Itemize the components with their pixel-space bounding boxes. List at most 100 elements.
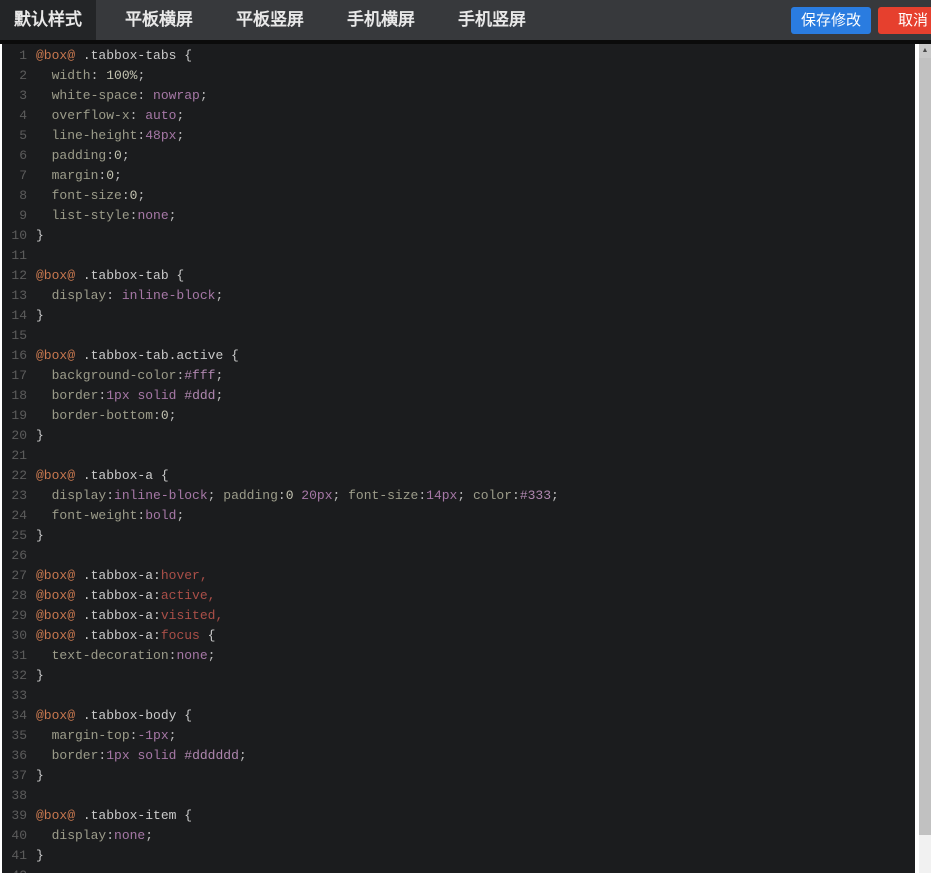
- line-number: 35: [2, 726, 27, 746]
- code-line: 13 display: inline-block;: [2, 286, 915, 306]
- code-token-kw: 14px: [426, 488, 457, 503]
- code-line: 33: [2, 686, 915, 706]
- code-line: 11: [2, 246, 915, 266]
- code-token-op: ;: [208, 488, 224, 503]
- line-number: 2: [2, 66, 27, 86]
- line-number: 28: [2, 586, 27, 606]
- code-token-op: ;: [176, 508, 184, 523]
- code-line: 12@box@ .tabbox-tab {: [2, 266, 915, 286]
- line-number: 32: [2, 666, 27, 686]
- code-line: 31 text-decoration:none;: [2, 646, 915, 666]
- code-line: 29@box@ .tabbox-a:visited,: [2, 606, 915, 626]
- code-token-op: :: [91, 68, 107, 83]
- tab-phone-landscape[interactable]: 手机横屏: [333, 0, 429, 40]
- code-token-at: @box@: [36, 628, 75, 643]
- line-number: 7: [2, 166, 27, 186]
- code-token-sel: }: [36, 768, 44, 783]
- code-line: 38: [2, 786, 915, 806]
- line-number: 10: [2, 226, 27, 246]
- code-token-prop: padding: [223, 488, 278, 503]
- code-token-op: :: [130, 108, 146, 123]
- code-token-op: :: [418, 488, 426, 503]
- code-token-kw: nowrap: [153, 88, 200, 103]
- scrollbar-track[interactable]: ▲: [919, 44, 931, 873]
- line-number: 25: [2, 526, 27, 546]
- line-number: 11: [2, 246, 27, 266]
- code-line: 42: [2, 866, 915, 873]
- code-area[interactable]: 1@box@ .tabbox-tabs {2 width: 100%;3 whi…: [2, 44, 915, 873]
- code-token-op: ;: [457, 488, 473, 503]
- code-token-op: ;: [169, 208, 177, 223]
- code-token-num: 0: [106, 168, 114, 183]
- code-line: 10}: [2, 226, 915, 246]
- scrollbar-up-button[interactable]: ▲: [919, 44, 931, 58]
- code-line: 25}: [2, 526, 915, 546]
- code-token-num: 100%: [106, 68, 137, 83]
- code-token-sel: .tabbox-body {: [75, 708, 192, 723]
- css-code-editor[interactable]: 1@box@ .tabbox-tabs {2 width: 100%;3 whi…: [0, 44, 919, 873]
- code-token-kw: 48px: [145, 128, 176, 143]
- code-token-sel: .tabbox-a:: [75, 608, 161, 623]
- line-number: 40: [2, 826, 27, 846]
- code-token-prop: line-height: [36, 128, 137, 143]
- cancel-button[interactable]: 取消: [878, 7, 931, 34]
- code-token-op: ;: [215, 368, 223, 383]
- code-line: 6 padding:0;: [2, 146, 915, 166]
- code-token-op: ;: [215, 388, 223, 403]
- code-token-prop: color: [473, 488, 512, 503]
- line-number: 42: [2, 866, 27, 873]
- line-number: 36: [2, 746, 27, 766]
- code-line: 9 list-style:none;: [2, 206, 915, 226]
- line-number: 18: [2, 386, 27, 406]
- code-token-at: @box@: [36, 708, 75, 723]
- line-number: 38: [2, 786, 27, 806]
- line-number: 8: [2, 186, 27, 206]
- tab-bar: 默认样式平板横屏平板竖屏手机横屏手机竖屏: [0, 0, 555, 40]
- code-token-at: @box@: [36, 468, 75, 483]
- code-line: 37}: [2, 766, 915, 786]
- code-token-prop: border-bottom: [36, 408, 153, 423]
- code-token-kw: bold: [145, 508, 176, 523]
- tab-phone-portrait[interactable]: 手机竖屏: [444, 0, 540, 40]
- save-changes-button[interactable]: 保存修改: [791, 7, 871, 34]
- code-token-sel: }: [36, 848, 44, 863]
- tab-tablet-landscape[interactable]: 平板横屏: [111, 0, 207, 40]
- line-number: 4: [2, 106, 27, 126]
- line-number: 27: [2, 566, 27, 586]
- code-token-sel: .tabbox-tabs {: [75, 48, 192, 63]
- code-token-kw: 1px solid: [106, 748, 176, 763]
- code-token-hex: #333: [520, 488, 551, 503]
- code-token-sel: .tabbox-a:: [75, 588, 161, 603]
- code-token-op: ;: [551, 488, 559, 503]
- top-tab-bar: 默认样式平板横屏平板竖屏手机横屏手机竖屏 保存修改 取消: [0, 0, 931, 40]
- code-token-sel: .tabbox-tab.active {: [75, 348, 239, 363]
- code-token-prop: border: [36, 388, 98, 403]
- code-token-op: ;: [176, 108, 184, 123]
- code-token-op: :: [153, 408, 161, 423]
- line-number: 17: [2, 366, 27, 386]
- code-line: 7 margin:0;: [2, 166, 915, 186]
- code-line: 3 white-space: nowrap;: [2, 86, 915, 106]
- tab-default-style[interactable]: 默认样式: [0, 0, 96, 40]
- line-number: 1: [2, 46, 27, 66]
- code-token-pseudo: hover,: [161, 568, 208, 583]
- code-token-op: :: [106, 288, 122, 303]
- code-line: 21: [2, 446, 915, 466]
- scrollbar-thumb[interactable]: [919, 58, 931, 835]
- code-token-sel: {: [200, 628, 216, 643]
- code-token-pseudo: focus: [161, 628, 200, 643]
- code-line: 17 background-color:#fff;: [2, 366, 915, 386]
- code-token-kw: inline-block: [114, 488, 208, 503]
- tab-tablet-portrait[interactable]: 平板竖屏: [222, 0, 318, 40]
- up-arrow-icon: ▲: [922, 47, 929, 54]
- code-token-prop: list-style: [36, 208, 130, 223]
- line-number: 19: [2, 406, 27, 426]
- code-line: 35 margin-top:-1px;: [2, 726, 915, 746]
- code-line: 41}: [2, 846, 915, 866]
- code-line: 34@box@ .tabbox-body {: [2, 706, 915, 726]
- code-token-sel: }: [36, 308, 44, 323]
- code-token-prop: white-space: [36, 88, 137, 103]
- code-line: 19 border-bottom:0;: [2, 406, 915, 426]
- code-token-kw: none: [137, 208, 168, 223]
- code-token-sel: .tabbox-tab {: [75, 268, 184, 283]
